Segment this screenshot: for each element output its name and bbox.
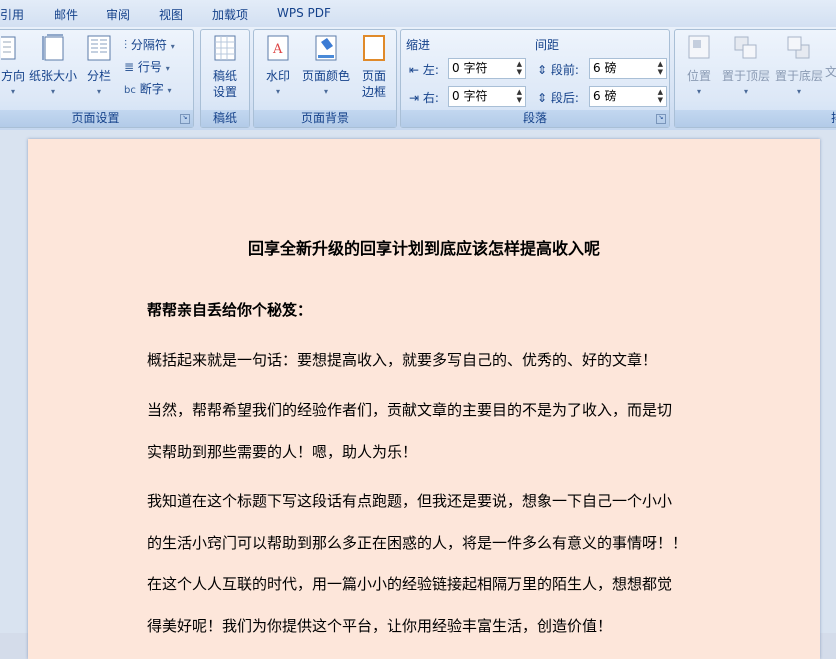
paragraph-line: 在这个人人互联的时代，用一篇小小的经验链接起相隔万里的陌生人，想想都觉 (147, 575, 673, 593)
spacing-before-icon: ⇕ (537, 63, 548, 77)
orientation-icon (0, 36, 16, 60)
tab-mailings[interactable]: 邮件 (54, 6, 78, 23)
manuscript-icon (214, 35, 236, 61)
line-numbers-button[interactable]: ≣ 行号 ▾ (124, 58, 170, 75)
text-wrap-button[interactable]: 文 (825, 34, 836, 80)
group-paragraph: 缩进 间距 ⇤ 左: 0 字符 ▲ ▼ ⇥ 右: 0 字符 ▲ ▼ ⇕ 段前: 6 … (400, 29, 670, 128)
watermark-button[interactable]: A 水印 ▾ (258, 34, 298, 100)
ribbon: 方向 ▾ 纸张大小 ▾ 分栏 ▾ ⫶ 分隔符 ▾ ≣ 行号 ▾ bc 断字 ▾ … (0, 27, 836, 130)
position-icon (688, 35, 710, 59)
chevron-down-icon: ▾ (696, 87, 701, 96)
paragraph-line: 实帮助到那些需要的人！嗯，助人为乐！ (147, 443, 418, 461)
spinner-arrows-icon[interactable]: ▲ ▼ (658, 60, 663, 76)
spacing-after-input[interactable]: 6 磅 ▲ ▼ (589, 86, 667, 107)
page-color-button[interactable]: 页面颜色 ▾ (298, 34, 354, 100)
chevron-down-icon: ▾ (167, 86, 172, 95)
spinner-arrows-icon[interactable]: ▲ ▼ (517, 60, 522, 76)
chevron-down-icon: ▾ (10, 87, 15, 96)
group-arrange: 位置 ▾ 置于顶层 ▾ 置于底层 ▾ 文 排 (674, 29, 836, 128)
breaks-icon: ⫶ (124, 38, 128, 52)
watermark-icon: A (267, 35, 289, 61)
hyphenation-icon: bc (124, 85, 136, 96)
tab-wps-pdf[interactable]: WPS PDF (277, 6, 331, 20)
paragraph-line: 的生活小窍门可以帮助到那么多正在困惑的人，将是一件多么有意义的事情呀！！ (147, 534, 688, 552)
spacing-before-input[interactable]: 6 磅 ▲ ▼ (589, 58, 667, 79)
spacing-after-icon: ⇕ (537, 91, 548, 105)
send-to-back-button[interactable]: 置于底层 ▾ (773, 34, 825, 100)
columns-button[interactable]: 分栏 ▾ (82, 34, 116, 100)
dialog-launcher-icon[interactable]: ↘ (180, 114, 190, 124)
group-page-background: A 水印 ▾ 页面颜色 ▾ 页面 边框 页面背景 (253, 29, 397, 128)
chevron-down-icon: ▾ (323, 87, 328, 96)
paragraph-line: 当然，帮帮希望我们的经验作者们，贡献文章的主要目的不是为了收入，而是切 (147, 401, 673, 419)
paper-size-icon (42, 34, 64, 61)
dialog-launcher-icon[interactable]: ↘ (656, 114, 666, 124)
chevron-down-icon: ▾ (50, 87, 55, 96)
spacing-before-label: ⇕ 段前: (537, 63, 579, 77)
group-label: 排 (675, 110, 836, 127)
page-border-icon (363, 35, 385, 61)
group-manuscript: 稿纸 设置 稿纸 (200, 29, 250, 128)
hyphenation-button[interactable]: bc 断字 ▾ (124, 80, 172, 97)
group-label: 页面设置 (0, 110, 193, 127)
tab-references[interactable]: 引用 (0, 6, 24, 23)
spacing-after-label: ⇕ 段后: (537, 91, 579, 105)
spacing-title: 间距 (535, 38, 560, 52)
document-workspace[interactable]: 回享全新升级的回享计划到底应该怎样提高收入呢 帮帮亲自丢给你个秘笈： 概括起来就… (0, 130, 836, 659)
indent-left-input[interactable]: 0 字符 ▲ ▼ (448, 58, 526, 79)
paragraph-line: 我知道在这个标题下写这段话有点跑题，但我还是要说，想象一下自己一个小小 (147, 492, 673, 510)
indent-left-label: ⇤ 左: (409, 63, 439, 77)
paragraph-line: 概括起来就是一句话：要想提高收入，就要多写自己的、优秀的、好的文章！ (147, 351, 658, 369)
spinner-arrows-icon[interactable]: ▲ ▼ (517, 88, 522, 104)
indent-right-label: ⇥ 右: (409, 91, 439, 105)
chevron-down-icon: ▾ (743, 87, 748, 96)
document-title: 回享全新升级的回享计划到底应该怎样提高收入呢 (247, 239, 600, 258)
bring-front-icon (734, 36, 757, 59)
chevron-down-icon: ▾ (96, 87, 101, 96)
indent-right-input[interactable]: 0 字符 ▲ ▼ (448, 86, 526, 107)
group-label: 段落 (401, 110, 669, 127)
document-page[interactable]: 回享全新升级的回享计划到底应该怎样提高收入呢 帮帮亲自丢给你个秘笈： 概括起来就… (28, 139, 820, 659)
spinner-arrows-icon[interactable]: ▲ ▼ (658, 88, 663, 104)
position-button[interactable]: 位置 ▾ (679, 34, 719, 100)
tab-addins[interactable]: 加载项 (212, 6, 248, 23)
send-back-icon (787, 36, 810, 59)
chevron-down-icon: ▾ (170, 42, 175, 51)
page-color-icon (315, 35, 337, 61)
chevron-down-icon: ▾ (796, 87, 801, 96)
breaks-button[interactable]: ⫶ 分隔符 ▾ (124, 36, 175, 53)
group-page-setup: 方向 ▾ 纸张大小 ▾ 分栏 ▾ ⫶ 分隔符 ▾ ≣ 行号 ▾ bc 断字 ▾ … (0, 29, 194, 128)
page-border-button[interactable]: 页面 边框 (354, 34, 394, 100)
line-numbers-icon: ≣ (124, 60, 135, 74)
document-heading: 帮帮亲自丢给你个秘笈： (147, 301, 313, 319)
indent-title: 缩进 (406, 38, 431, 52)
svg-text:A: A (272, 42, 283, 57)
chevron-down-icon: ▾ (275, 87, 280, 96)
columns-icon (87, 35, 111, 61)
indent-right-icon: ⇥ (409, 91, 420, 105)
orientation-button[interactable]: 方向 ▾ (0, 34, 28, 100)
paper-size-button[interactable]: 纸张大小 ▾ (28, 34, 78, 100)
group-label: 页面背景 (254, 110, 396, 127)
chevron-down-icon: ▾ (165, 64, 170, 73)
tab-view[interactable]: 视图 (159, 6, 183, 23)
bring-to-front-button[interactable]: 置于顶层 ▾ (721, 34, 771, 100)
manuscript-settings-button[interactable]: 稿纸 设置 (201, 34, 249, 100)
group-label: 稿纸 (201, 110, 249, 127)
tab-review[interactable]: 审阅 (106, 6, 130, 23)
indent-left-icon: ⇤ (409, 63, 420, 77)
ribbon-tabs: 引用 邮件 审阅 视图 加载项 WPS PDF (0, 0, 836, 28)
